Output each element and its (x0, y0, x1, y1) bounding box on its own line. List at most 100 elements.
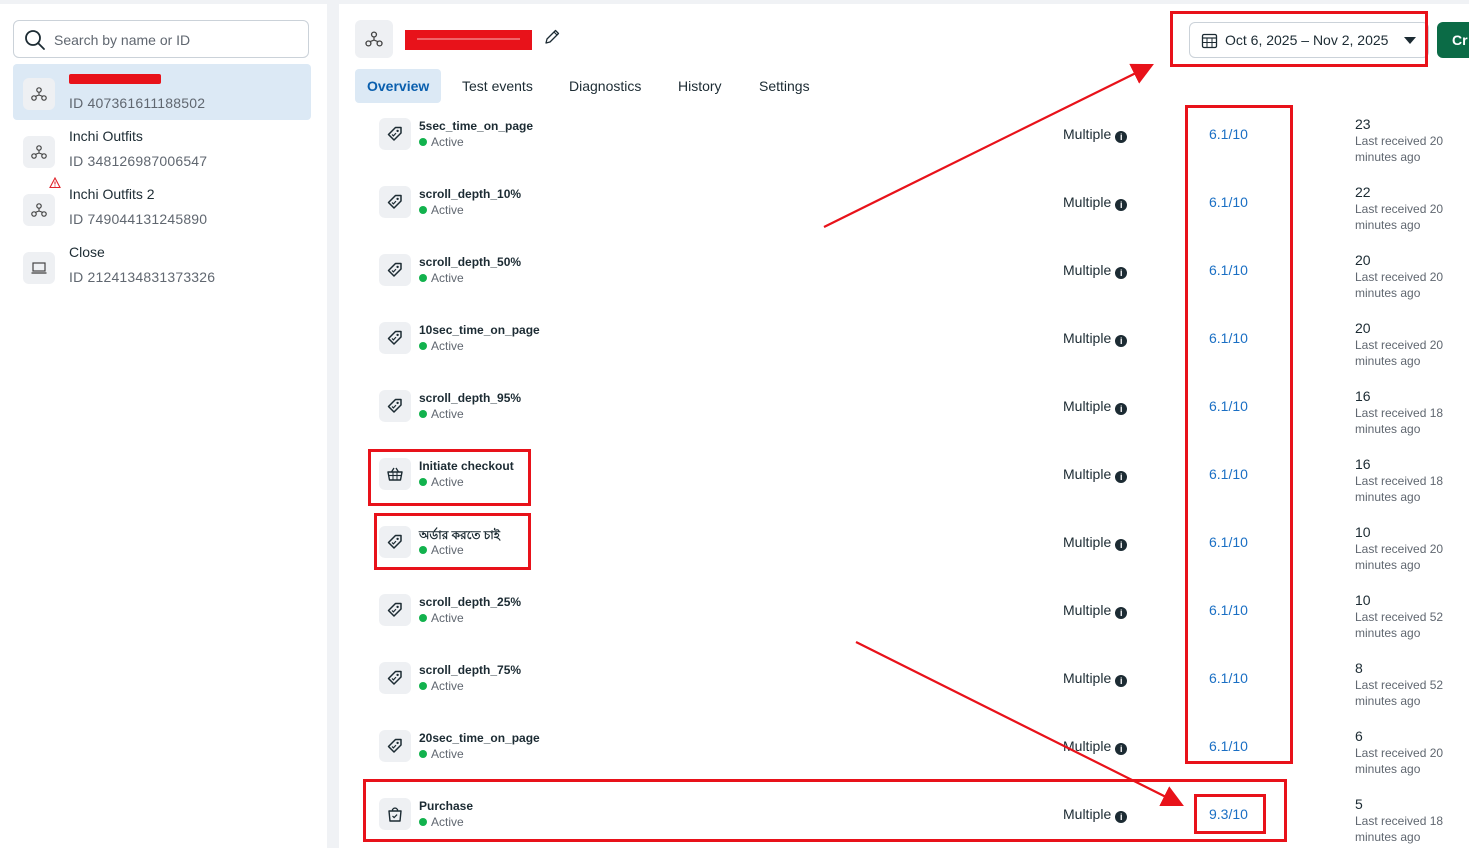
tab-overview[interactable]: Overview (355, 69, 442, 103)
info-icon[interactable]: i (1115, 471, 1128, 483)
event-match-quality[interactable]: 6.1/10 (1209, 466, 1248, 482)
info-icon[interactable]: i (1115, 539, 1128, 551)
search-input[interactable] (52, 28, 296, 52)
event-last-received: Last received 52 minutes ago (1355, 610, 1444, 640)
search-box[interactable] (13, 20, 309, 58)
event-count: 8 (1355, 660, 1363, 676)
date-range-picker[interactable]: Oct 6, 2025 – Nov 2, 2025 (1189, 22, 1429, 58)
event-row[interactable]: অর্ডার করতে চাই Active Multiple i 6.1/10 10 La… (339, 524, 1469, 592)
event-count: 22 (1355, 184, 1371, 200)
info-icon[interactable]: i (1115, 403, 1128, 415)
event-row[interactable]: Initiate checkout Active Multiple i 6.1/10 16… (339, 456, 1469, 524)
event-row[interactable]: 5sec_time_on_page Active Multiple i 6.1/10 23… (339, 116, 1469, 184)
event-name: scroll_depth_10% (419, 187, 522, 201)
event-last-received: Last received 20 minutes ago (1355, 270, 1444, 300)
pixel-icon (23, 194, 55, 226)
dataset-name: Close (69, 244, 105, 260)
info-icon[interactable]: i (1115, 675, 1128, 687)
event-match-quality[interactable]: 6.1/10 (1209, 262, 1248, 278)
event-match-quality[interactable]: 6.1/10 (1209, 194, 1248, 210)
event-status: Active (419, 271, 464, 285)
event-count: 5 (1355, 796, 1363, 812)
event-row[interactable]: scroll_depth_10% Active Multiple i 6.1/10 22 L… (339, 184, 1469, 252)
tab-test-events[interactable]: Test events (462, 69, 533, 103)
status-dot-icon (419, 478, 427, 486)
event-row[interactable]: scroll_depth_25% Active Multiple i 6.1/10 10 L… (339, 592, 1469, 660)
tab-diagnostics[interactable]: Diagnostics (569, 69, 641, 103)
dataset-item[interactable]: Close ID 2124134831373326 (13, 238, 311, 294)
pencil-icon[interactable] (543, 28, 561, 46)
dataset-item[interactable]: ID 407361611188502 (13, 64, 311, 120)
tab-settings[interactable]: Settings (759, 69, 810, 103)
event-count: 20 (1355, 320, 1371, 336)
event-count: 6 (1355, 728, 1363, 744)
event-last-received: Last received 20 minutes ago (1355, 746, 1444, 776)
event-match-quality[interactable]: 9.3/10 (1209, 806, 1248, 822)
event-last-received: Last received 18 minutes ago (1355, 406, 1444, 436)
event-match-quality[interactable]: 6.1/10 (1209, 670, 1248, 686)
event-last-received: Last received 20 minutes ago (1355, 542, 1444, 572)
status-dot-icon (419, 682, 427, 690)
event-row[interactable]: 10sec_time_on_page Active Multiple i 6.1/10 2… (339, 320, 1469, 388)
event-name: scroll_depth_75% (419, 663, 522, 677)
tag-icon (379, 322, 411, 354)
dataset-overview-panel: Oct 6, 2025 – Nov 2, 2025 Cr Overview Te… (339, 4, 1469, 848)
event-match-quality[interactable]: 6.1/10 (1209, 602, 1248, 618)
event-status: Active (419, 339, 464, 353)
info-icon[interactable]: i (1115, 743, 1128, 755)
dataset-name (69, 70, 161, 87)
event-integration: Multiple i (1063, 262, 1128, 279)
event-count: 10 (1355, 524, 1371, 540)
info-icon[interactable]: i (1115, 267, 1128, 279)
create-button[interactable]: Cr (1437, 22, 1469, 58)
event-row[interactable]: Purchase Active Multiple i 9.3/10 5 Last recei… (339, 796, 1469, 848)
dataset-item[interactable]: Inchi Outfits ID 348126987006547 (13, 122, 311, 178)
event-status: Active (419, 747, 464, 761)
event-status: Active (419, 135, 464, 149)
info-icon[interactable]: i (1115, 131, 1128, 143)
event-match-quality[interactable]: 6.1/10 (1209, 738, 1248, 754)
bag-icon (379, 798, 411, 830)
status-dot-icon (419, 818, 427, 826)
info-icon[interactable]: i (1115, 199, 1128, 211)
info-icon[interactable]: i (1115, 811, 1128, 823)
event-count: 16 (1355, 388, 1371, 404)
info-icon[interactable]: i (1115, 335, 1128, 347)
pixel-icon (23, 136, 55, 168)
event-count: 10 (1355, 592, 1371, 608)
event-last-received: Last received 20 minutes ago (1355, 202, 1444, 232)
redacted-name (69, 74, 161, 84)
event-integration: Multiple i (1063, 126, 1128, 143)
event-row[interactable]: scroll_depth_75% Active Multiple i 6.1/10 8 La… (339, 660, 1469, 728)
tab-history[interactable]: History (678, 69, 722, 103)
event-row[interactable]: 20sec_time_on_page Active Multiple i 6.1/10 6… (339, 728, 1469, 796)
event-count: 16 (1355, 456, 1371, 472)
event-count: 20 (1355, 252, 1371, 268)
event-name: Purchase (419, 799, 474, 813)
event-status: Active (419, 543, 464, 557)
calendar-icon (1201, 33, 1218, 49)
dataset-list-panel: ID 407361611188502 Inchi Outfits ID 3481… (0, 4, 327, 848)
event-status: Active (419, 679, 464, 693)
dataset-name: Inchi Outfits (69, 128, 143, 144)
event-row[interactable]: scroll_depth_95% Active Multiple i 6.1/10 16 L… (339, 388, 1469, 456)
pixel-icon (23, 78, 55, 110)
warning-icon (49, 177, 61, 189)
event-integration: Multiple i (1063, 330, 1128, 347)
event-name: scroll_depth_25% (419, 595, 522, 609)
dataset-id: ID 749044131245890 (69, 211, 208, 227)
dataset-item[interactable]: Inchi Outfits 2 ID 749044131245890 (13, 177, 311, 236)
event-row[interactable]: scroll_depth_50% Active Multiple i 6.1/10 20 L… (339, 252, 1469, 320)
tag-icon (379, 662, 411, 694)
event-last-received: Last received 18 minutes ago (1355, 814, 1444, 844)
dataset-id: ID 407361611188502 (69, 95, 206, 111)
pixel-icon (355, 20, 393, 58)
event-match-quality[interactable]: 6.1/10 (1209, 398, 1248, 414)
event-match-quality[interactable]: 6.1/10 (1209, 330, 1248, 346)
event-match-quality[interactable]: 6.1/10 (1209, 126, 1248, 142)
event-last-received: Last received 18 minutes ago (1355, 474, 1444, 504)
info-icon[interactable]: i (1115, 607, 1128, 619)
event-match-quality[interactable]: 6.1/10 (1209, 534, 1248, 550)
status-dot-icon (419, 274, 427, 282)
search-icon (25, 30, 45, 50)
